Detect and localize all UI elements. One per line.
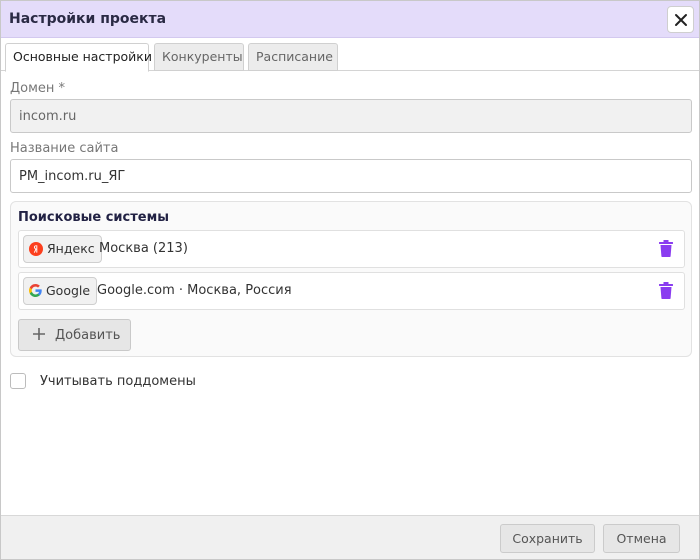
engine-chip-google[interactable]: Google: [23, 277, 98, 305]
tab-general-settings[interactable]: Основные настройки: [5, 43, 152, 72]
search-engines-title: Поисковые системы: [18, 210, 169, 225]
search-engines-panel: Поисковые системы Яндекс Москва (213) Go…: [10, 201, 692, 357]
engine-region: Google.com · Москва, Россия: [97, 283, 292, 298]
subdomains-label[interactable]: Учитывать поддомены: [40, 374, 196, 389]
trash-icon[interactable]: [659, 240, 673, 257]
site-name-label: Название сайта: [10, 141, 119, 156]
engine-region: Москва (213): [99, 241, 188, 256]
site-name-field[interactable]: [10, 159, 692, 193]
domain-field[interactable]: [10, 99, 692, 133]
plus-icon: [33, 328, 45, 340]
subdomains-checkbox[interactable]: [10, 373, 26, 389]
tab-competitors[interactable]: Конкуренты: [154, 43, 244, 71]
dialog-title: Настройки проекта: [9, 11, 167, 27]
save-button[interactable]: Сохранить: [500, 524, 595, 553]
yandex-logo-icon: [29, 241, 43, 256]
search-engine-row-yandex: Яндекс Москва (213): [18, 230, 685, 268]
trash-icon[interactable]: [659, 282, 673, 299]
add-button-label: Добавить: [55, 328, 121, 343]
engine-chip-yandex[interactable]: Яндекс: [23, 235, 102, 263]
engine-name: Яндекс: [47, 241, 95, 256]
tab-schedule[interactable]: Расписание: [248, 43, 338, 71]
add-search-engine-button[interactable]: Добавить: [18, 319, 131, 351]
search-engine-row-google: Google Google.com · Москва, Россия: [18, 272, 685, 310]
google-logo-icon: [29, 284, 42, 297]
tab-bar: Основные настройки Конкуренты Расписание: [1, 38, 699, 72]
engine-name: Google: [46, 283, 91, 298]
dialog-footer: Сохранить Отмена: [1, 515, 699, 559]
close-icon: [675, 14, 687, 26]
project-settings-dialog: Настройки проекта Основные настройки Кон…: [0, 0, 700, 560]
domain-label: Домен *: [10, 81, 66, 96]
dialog-titlebar: Настройки проекта: [1, 1, 699, 38]
cancel-button[interactable]: Отмена: [603, 524, 680, 553]
close-button[interactable]: [667, 6, 694, 33]
